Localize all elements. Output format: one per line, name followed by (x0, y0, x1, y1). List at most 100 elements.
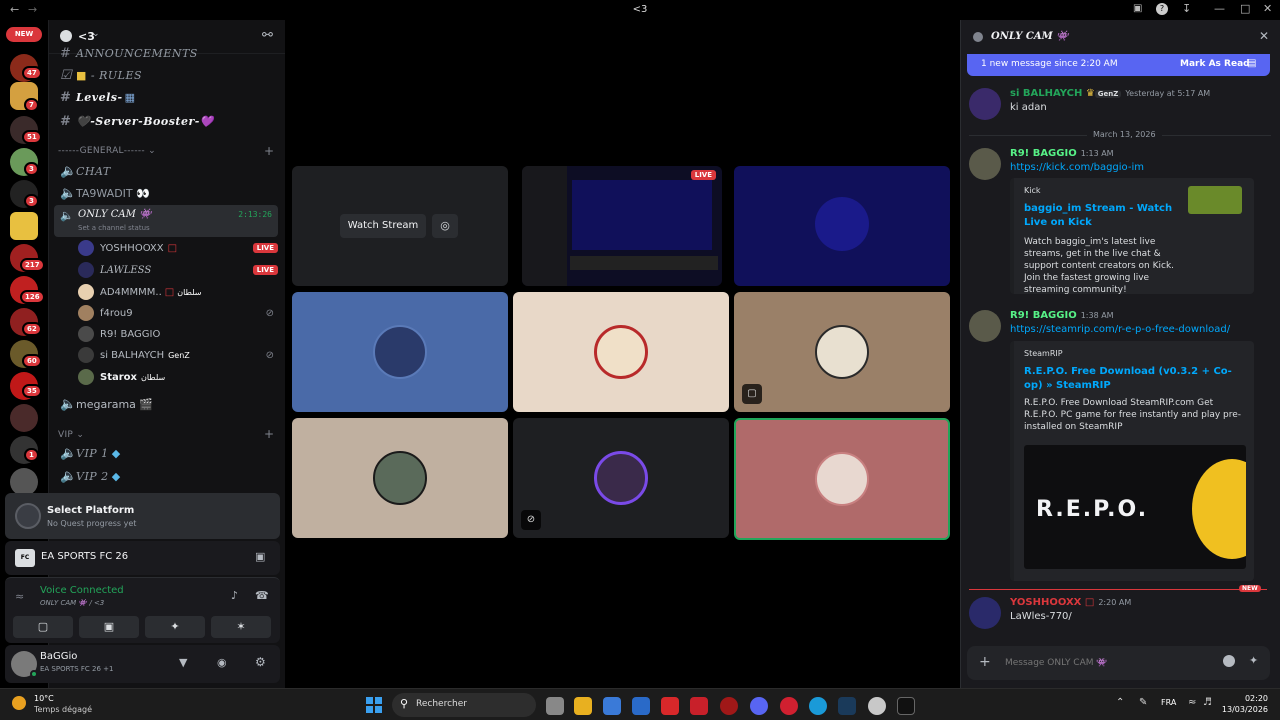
wifi-icon[interactable]: ≈ (1188, 697, 1196, 708)
channel-only-cam[interactable]: 🔈 ONLY CAM 👾 2:13:26 Set a channel statu… (54, 205, 278, 237)
outlook-icon[interactable] (632, 697, 650, 715)
app-icon[interactable] (720, 697, 738, 715)
maximize-icon[interactable]: □ (1240, 2, 1250, 15)
steam-icon[interactable] (838, 697, 856, 715)
voice-user[interactable]: LAWLESS LIVE (78, 260, 278, 280)
channel-announcements[interactable]: # ANNOUNCEMENTS (56, 42, 278, 64)
screen-share-icon[interactable]: ▣ (255, 550, 265, 563)
noise-suppression-icon[interactable]: ♪ (231, 589, 238, 602)
voice-user[interactable]: si BALHAYCH GenZ ⊘ (78, 345, 278, 365)
message-author[interactable]: R9! BAGGIO (1010, 310, 1077, 321)
voice-user[interactable]: AD4MMMM.. □ سلطان (78, 282, 278, 302)
emoji-icon[interactable] (1223, 655, 1235, 667)
avatar[interactable] (969, 597, 1001, 629)
soundboard-button[interactable]: ✶ (211, 616, 271, 638)
video-tile-speaking[interactable] (734, 418, 950, 540)
channel-chat[interactable]: 🔈 CHAT (56, 160, 278, 182)
close-window-icon[interactable]: ✕ (1263, 2, 1272, 15)
settings-gear-icon[interactable]: ⚙ (255, 655, 266, 669)
task-view-icon[interactable] (546, 697, 564, 715)
headphones-icon[interactable]: ◉ (217, 656, 227, 669)
camera-off-button[interactable]: ▢ (13, 616, 73, 638)
close-icon[interactable]: ✕ (1259, 29, 1269, 43)
add-channel-icon[interactable]: + (264, 144, 274, 158)
file-explorer-icon[interactable] (574, 697, 592, 715)
help-icon[interactable]: ? (1156, 3, 1168, 15)
stream-preview-icon[interactable]: ◎ (432, 214, 458, 238)
add-channel-icon[interactable]: + (264, 427, 274, 441)
username[interactable]: BaGGio (40, 651, 77, 662)
discord-icon[interactable] (750, 697, 768, 715)
quest-panel[interactable]: Select Platform No Quest progress yet (5, 493, 280, 539)
add-attachment-icon[interactable]: + (979, 654, 991, 670)
avatar[interactable] (969, 310, 1001, 342)
video-tile[interactable] (513, 292, 729, 412)
clock-time[interactable]: 02:20 (1222, 694, 1268, 703)
mark-read-button[interactable]: Mark As Read (1180, 59, 1250, 69)
category-vip[interactable]: VIP ⌄ (58, 430, 84, 440)
video-tile[interactable] (734, 166, 950, 286)
channel-megarama[interactable]: 🔈 megarama 🎬 (56, 393, 278, 415)
category-general[interactable]: ------GENERAL------ ⌄ (58, 146, 156, 156)
video-tile[interactable]: ⊘ (513, 418, 729, 538)
app-icon[interactable] (868, 697, 886, 715)
voice-status[interactable]: Voice Connected (40, 585, 124, 596)
edge-icon[interactable] (809, 697, 827, 715)
voice-user[interactable]: Starox سلطان (78, 367, 278, 387)
channel-levels[interactable]: # Levels- ▦ (56, 86, 278, 108)
volume-icon[interactable]: ♬ (1203, 697, 1212, 708)
channel-status[interactable]: Set a channel status (78, 224, 150, 232)
apps-icon[interactable]: ✦ (1249, 654, 1258, 667)
message-link[interactable]: https://kick.com/baggio-im (1010, 162, 1144, 173)
message-input[interactable] (1005, 652, 1205, 674)
message-author[interactable]: YOSHHOOXX (1010, 597, 1081, 608)
embed-thumbnail[interactable] (1188, 186, 1242, 214)
inbox-icon[interactable]: ▣ (1133, 3, 1142, 14)
ea-app-icon[interactable] (897, 697, 915, 715)
new-messages-banner[interactable]: 1 new message since 2:20 AM Mark As Read… (967, 54, 1270, 76)
microphone-icon[interactable]: ▼ (179, 656, 187, 669)
voice-channel[interactable]: ONLY CAM 👾 / <3 (40, 599, 104, 607)
clock-date[interactable]: 13/03/2026 (1214, 705, 1268, 714)
server-icon[interactable] (10, 404, 38, 432)
stream-tile[interactable]: LIVE (522, 166, 722, 286)
embed-title[interactable]: R.E.P.O. Free Download (v0.3.2 + Co-op) … (1024, 365, 1234, 393)
voice-user[interactable]: YOSHHOOXX □ LIVE (78, 238, 278, 258)
app-icon[interactable] (661, 697, 679, 715)
channel-booster[interactable]: # 🖤-Server-Booster-💜 (56, 110, 278, 132)
windows-start-icon[interactable] (366, 697, 382, 713)
store-icon[interactable] (603, 697, 621, 715)
server-icon[interactable] (10, 212, 38, 240)
voice-user[interactable]: f4rou9 ⊘ (78, 303, 278, 323)
stream-tile[interactable]: Watch Stream ◎ (292, 166, 508, 286)
voice-user[interactable]: R9! BAGGIO (78, 324, 278, 344)
channel-ta9wadit[interactable]: 🔈 TA9WADIT 👀 (56, 182, 278, 204)
chevron-up-icon[interactable]: ⌃ (1116, 697, 1124, 708)
add-member-icon[interactable]: ⚯ (262, 28, 273, 43)
message-author[interactable]: R9! BAGGIO (1010, 148, 1077, 159)
server-icon[interactable] (10, 468, 38, 496)
screen-share-button[interactable]: ▣ (79, 616, 139, 638)
video-tile[interactable]: ▢ (734, 292, 950, 412)
avatar[interactable] (969, 88, 1001, 120)
pen-icon[interactable]: ✎ (1139, 697, 1147, 708)
avatar[interactable] (969, 148, 1001, 180)
disconnect-icon[interactable]: ☎ (255, 589, 269, 602)
embed-image[interactable]: R.E.P.O. (1024, 445, 1246, 569)
embed-title[interactable]: baggio_im Stream - Watch Live on Kick (1024, 202, 1184, 230)
channel-vip2[interactable]: 🔈 VIP 2 ◆ (56, 465, 278, 487)
channel-vip1[interactable]: 🔈 VIP 1 ◆ (56, 442, 278, 464)
language-indicator[interactable]: FRA (1161, 698, 1176, 707)
taskbar-search[interactable]: ⚲ Rechercher (392, 693, 536, 717)
video-tile[interactable] (292, 418, 508, 538)
opera-icon[interactable] (780, 697, 798, 715)
channel-rules[interactable]: ☑ ■ - RULES (56, 64, 278, 86)
minimize-icon[interactable]: — (1214, 2, 1225, 15)
download-icon[interactable]: ↧ (1182, 2, 1191, 15)
activity-panel[interactable]: FC EA SPORTS FC 26 ▣ (5, 541, 280, 575)
video-tile[interactable] (292, 292, 508, 412)
watch-stream-button[interactable]: Watch Stream (340, 214, 426, 238)
adobe-icon[interactable] (690, 697, 708, 715)
message-link[interactable]: https://steamrip.com/r-e-p-o-free-downlo… (1010, 324, 1230, 335)
activities-button[interactable]: ✦ (145, 616, 205, 638)
